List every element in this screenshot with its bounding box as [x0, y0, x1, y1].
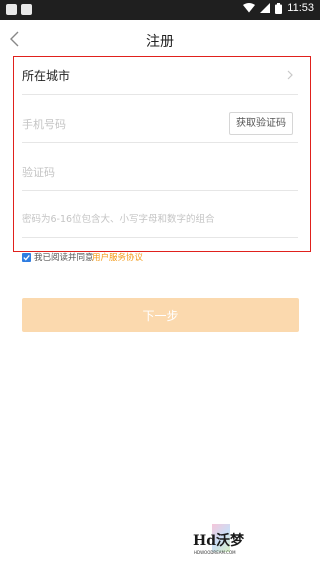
notification-icon	[6, 4, 17, 15]
page-title: 注册	[146, 34, 174, 50]
password-input[interactable]	[22, 211, 292, 227]
get-code-button[interactable]: 获取验证码	[229, 112, 293, 135]
divider	[22, 142, 298, 143]
checkmark-icon	[23, 254, 30, 261]
chevron-right-icon[interactable]	[286, 69, 294, 81]
divider	[22, 237, 298, 238]
divider	[22, 94, 298, 95]
verification-code-input[interactable]	[22, 163, 292, 181]
city-selector-label[interactable]: 所在城市	[22, 67, 70, 84]
watermark-subtext: HDWOODREAM.COM	[194, 550, 236, 555]
watermark-logo: Hd沃梦 HDWOODREAM.COM	[190, 524, 252, 560]
notification-icons	[6, 4, 32, 15]
next-step-button[interactable]: 下一步	[22, 298, 299, 332]
status-icons: 11:53	[243, 2, 314, 14]
notification-icon	[21, 4, 32, 15]
wifi-icon	[243, 3, 256, 13]
agreement-checkbox[interactable]	[22, 253, 31, 262]
divider	[22, 190, 298, 191]
agreement-text: 我已阅读并同意	[34, 253, 94, 263]
signal-icon	[260, 3, 271, 13]
phone-input[interactable]	[22, 115, 212, 133]
nav-bar: 注册	[0, 20, 320, 58]
status-bar: 11:53	[0, 0, 320, 20]
battery-icon	[275, 2, 283, 14]
user-agreement-link[interactable]: 用户服务协议	[92, 251, 143, 263]
watermark-text: Hd沃梦	[193, 533, 245, 549]
status-time: 11:53	[287, 2, 314, 14]
